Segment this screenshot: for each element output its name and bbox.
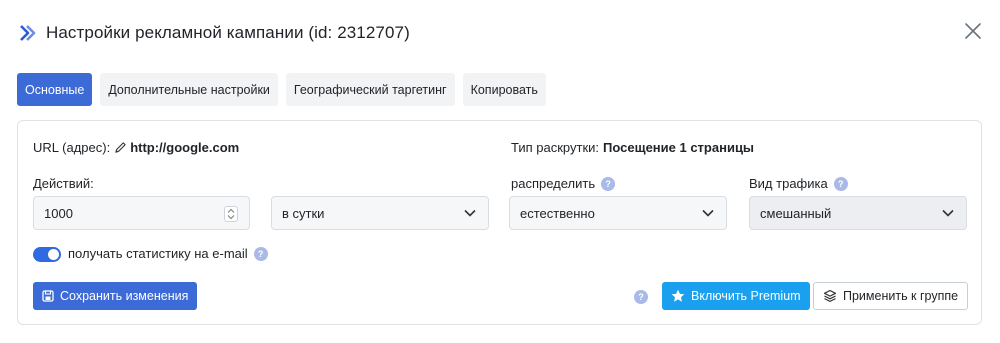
traffic-help-icon[interactable]: ? bbox=[833, 176, 848, 191]
enable-premium-label: Включить Premium bbox=[691, 289, 801, 303]
save-button-label: Сохранить изменения bbox=[60, 289, 189, 303]
distribute-label-row: распределить ? bbox=[511, 176, 616, 191]
save-button[interactable]: Сохранить изменения bbox=[33, 282, 198, 310]
chevron-down-icon bbox=[942, 209, 954, 217]
distribute-select-value: естественно bbox=[520, 205, 595, 221]
traffic-select[interactable]: смешанный bbox=[749, 196, 967, 230]
distribute-help-icon[interactable]: ? bbox=[601, 176, 616, 191]
traffic-label: Вид трафика bbox=[749, 176, 828, 191]
double-chevron-right-icon bbox=[20, 25, 36, 41]
save-icon bbox=[42, 290, 54, 302]
email-stats-row: получать статистику на e-mail ? bbox=[68, 246, 268, 261]
promo-type-value: Посещение 1 страницы bbox=[603, 140, 755, 155]
pencil-icon[interactable] bbox=[114, 141, 127, 154]
email-stats-help-icon[interactable]: ? bbox=[253, 246, 268, 261]
spinner-arrows-icon bbox=[227, 208, 235, 220]
url-row: URL (адрес): http://google.com bbox=[33, 140, 239, 155]
number-spinner[interactable] bbox=[224, 206, 238, 222]
apply-to-group-label: Применить к группе bbox=[843, 289, 959, 303]
promo-type-row: Тип раскрутки: Посещение 1 страницы bbox=[511, 140, 754, 155]
enable-premium-button[interactable]: Включить Premium bbox=[662, 282, 810, 310]
modal-header: Настройки рекламной кампании (id: 231270… bbox=[18, 18, 410, 48]
actions-input-value: 1000 bbox=[44, 205, 73, 221]
email-stats-toggle[interactable] bbox=[33, 247, 61, 262]
actions-label: Действий: bbox=[33, 176, 94, 191]
layers-icon bbox=[823, 289, 837, 302]
period-select[interactable]: в сутки bbox=[271, 196, 489, 230]
traffic-label-row: Вид трафика ? bbox=[749, 176, 848, 191]
tab-bar: Основные Дополнительные настройки Геогра… bbox=[17, 73, 546, 106]
tab-copy[interactable]: Копировать bbox=[462, 73, 546, 106]
chevron-down-icon bbox=[702, 209, 714, 217]
traffic-select-value: смешанный bbox=[760, 205, 832, 221]
promo-type-label: Тип раскрутки: bbox=[511, 140, 600, 155]
chevron-down-icon bbox=[464, 209, 476, 217]
premium-help-icon[interactable]: ? bbox=[634, 290, 648, 304]
tab-geo-targeting[interactable]: Географический таргетинг bbox=[285, 73, 455, 106]
distribute-select[interactable]: естественно bbox=[509, 196, 727, 230]
star-icon bbox=[671, 289, 685, 302]
apply-to-group-button[interactable]: Применить к группе bbox=[813, 282, 969, 310]
tab-advanced-settings[interactable]: Дополнительные настройки bbox=[100, 73, 278, 106]
email-stats-label: получать статистику на e-mail bbox=[68, 246, 248, 261]
period-select-value: в сутки bbox=[282, 205, 325, 221]
url-value[interactable]: http://google.com bbox=[130, 140, 239, 155]
modal-title: Настройки рекламной кампании (id: 231270… bbox=[46, 23, 410, 42]
distribute-label: распределить bbox=[511, 176, 596, 191]
url-label: URL (адрес): bbox=[33, 140, 111, 155]
settings-panel: URL (адрес): http://google.com Тип раскр… bbox=[17, 120, 982, 325]
close-icon[interactable] bbox=[964, 22, 982, 40]
actions-input[interactable]: 1000 bbox=[33, 196, 250, 230]
tab-main[interactable]: Основные bbox=[17, 73, 93, 106]
